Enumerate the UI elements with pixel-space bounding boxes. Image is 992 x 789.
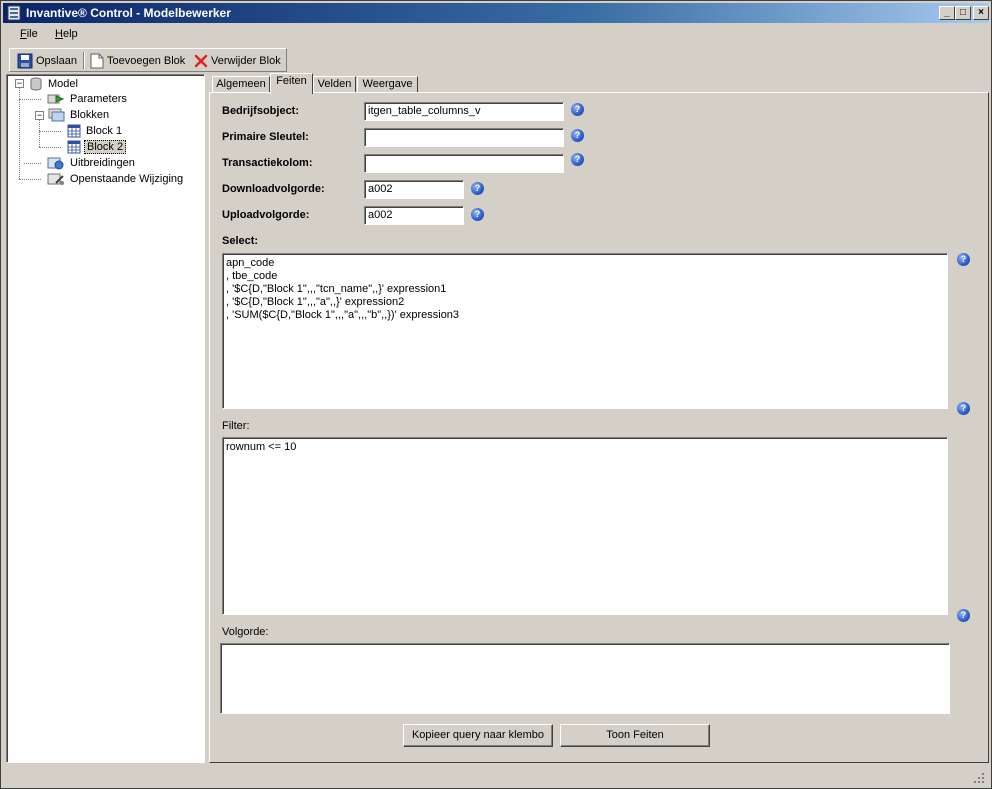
tree-line (19, 179, 41, 180)
minimize-button[interactable]: _ (939, 6, 955, 20)
bedrijfsobject-label: Bedrijfsobject: (222, 105, 300, 117)
add-block-button[interactable]: Toevoegen Blok (90, 52, 185, 70)
tab-weergave[interactable]: Weergave (357, 76, 418, 93)
transactiekolom-label: Transactiekolom: (222, 157, 313, 169)
primaire-sleutel-input[interactable] (364, 128, 564, 147)
tree-line (39, 131, 61, 132)
tree-node-uitbreidingen[interactable]: Uitbreidingen (47, 156, 137, 170)
main-window: Invantive® Control - Modelbewerker _ □ ×… (0, 0, 992, 789)
select-label: Select: (222, 235, 259, 247)
show-facts-button[interactable]: Toon Feiten (560, 724, 710, 747)
tree-node-blokken[interactable]: Blokken (47, 108, 111, 122)
menu-help-accel: H (55, 28, 63, 40)
tree-node-block-1[interactable]: Block 1 (67, 124, 124, 138)
maximize-button[interactable]: □ (955, 6, 971, 20)
tree-line (19, 87, 20, 179)
table-icon (67, 124, 81, 138)
bedrijfsobject-input[interactable]: itgen_table_columns_v (364, 102, 564, 121)
tree-node-parameters[interactable]: Parameters (47, 92, 129, 106)
close-button[interactable]: × (973, 6, 989, 20)
menu-help-label: elp (62, 28, 78, 40)
parameters-icon (47, 94, 65, 104)
menu-file-accel: F (20, 28, 27, 40)
tree-node-label: Block 1 (86, 125, 123, 137)
tree-line (39, 147, 61, 148)
filter-label: Filter: (222, 420, 250, 432)
feiten-panel: Bedrijfsobject: itgen_table_columns_v ? … (209, 92, 989, 763)
menu-bar: File Help (3, 25, 989, 45)
add-block-label: Toevoegen Blok (107, 55, 186, 67)
downloadvolgorde-label: Downloadvolgorde: (222, 183, 325, 195)
tree-node-block-2[interactable]: Block 2 (67, 140, 127, 154)
downloadvolgorde-input[interactable]: a002 (364, 180, 464, 199)
delete-x-icon (194, 54, 208, 68)
pending-changes-icon (47, 173, 64, 185)
help-icon[interactable]: ? (571, 153, 584, 166)
tree-node-label: Parameters (70, 93, 127, 105)
tree-node-label: Blokken (70, 109, 110, 121)
help-icon[interactable]: ? (471, 182, 484, 195)
tree-collapse-blokken[interactable]: − (35, 111, 44, 120)
tab-feiten[interactable]: Feiten (270, 73, 313, 94)
title-bar[interactable]: Invantive® Control - Modelbewerker _ □ × (3, 3, 989, 23)
new-document-icon (90, 53, 104, 69)
select-textarea[interactable]: apn_code , tbe_code , '$C{D,"Block 1",,,… (222, 253, 948, 409)
app-icon (7, 5, 21, 21)
tree-node-label: Model (48, 78, 78, 90)
model-tree[interactable]: − Model Parameters − Blokken Block 1 Blo… (6, 74, 205, 763)
blocks-icon (48, 108, 65, 122)
extensions-icon (47, 157, 64, 170)
help-icon[interactable]: ? (571, 129, 584, 142)
menu-help[interactable]: Help (55, 28, 78, 40)
menu-file[interactable]: File (20, 28, 38, 40)
remove-block-button[interactable]: Verwijder Blok (194, 52, 281, 70)
tree-line (39, 120, 40, 147)
tab-velden[interactable]: Velden (313, 76, 356, 93)
transactiekolom-input[interactable] (364, 154, 564, 173)
volgorde-label: Volgorde: (222, 626, 269, 638)
uploadvolgorde-input[interactable]: a002 (364, 206, 464, 225)
copy-query-button[interactable]: Kopieer query naar klembo (403, 724, 553, 747)
tree-node-openstaande-wijziging[interactable]: Openstaande Wijziging (47, 172, 185, 186)
tree-line (24, 163, 41, 164)
tree-node-label: Block 2 (84, 140, 127, 154)
floppy-disk-icon (17, 53, 33, 69)
toolbar-separator (83, 52, 85, 69)
table-icon (67, 140, 81, 154)
save-label: Opslaan (36, 55, 77, 67)
tree-line (19, 99, 41, 100)
uploadvolgorde-label: Uploadvolgorde: (222, 209, 310, 221)
volgorde-textarea[interactable] (220, 643, 950, 714)
primaire-sleutel-label: Primaire Sleutel: (222, 131, 309, 143)
status-bar (3, 765, 989, 787)
help-icon[interactable]: ? (957, 609, 970, 622)
tree-collapse-model[interactable]: − (15, 79, 24, 88)
help-icon[interactable]: ? (957, 253, 970, 266)
window-title: Invantive® Control - Modelbewerker (26, 6, 231, 20)
filter-textarea[interactable]: rownum <= 10 (222, 437, 948, 615)
remove-block-label: Verwijder Blok (211, 55, 281, 67)
tab-algemeen[interactable]: Algemeen (212, 76, 270, 93)
help-icon[interactable]: ? (571, 103, 584, 116)
tree-node-label: Uitbreidingen (70, 157, 135, 169)
tree-node-label: Openstaande Wijziging (70, 173, 184, 185)
tree-node-model[interactable]: Model (29, 77, 80, 91)
resize-grip-icon[interactable] (973, 772, 985, 784)
help-icon[interactable]: ? (471, 208, 484, 221)
model-cylinder-icon (30, 77, 42, 91)
toolbar: Opslaan Toevoegen Blok Verwijder Blok (9, 48, 287, 72)
menu-file-label: ile (26, 28, 38, 40)
help-icon[interactable]: ? (957, 402, 970, 415)
save-button[interactable]: Opslaan (17, 52, 77, 70)
